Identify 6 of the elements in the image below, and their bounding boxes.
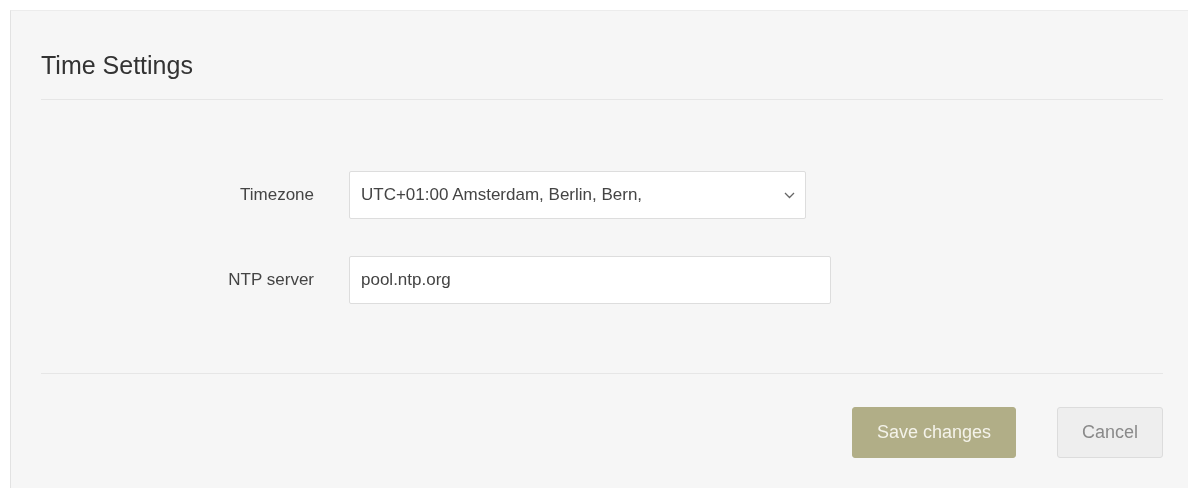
field-label: NTP server — [227, 270, 314, 290]
panel-title: Time Settings — [41, 50, 194, 81]
input-field[interactable]: pool.ntp.org — [349, 256, 831, 304]
chevron-down-icon — [784, 191, 795, 199]
field-label: Timezone — [239, 185, 314, 205]
timezone-select[interactable]: UTC+01:00 Amsterdam, Berlin, Bern, — [349, 171, 806, 219]
